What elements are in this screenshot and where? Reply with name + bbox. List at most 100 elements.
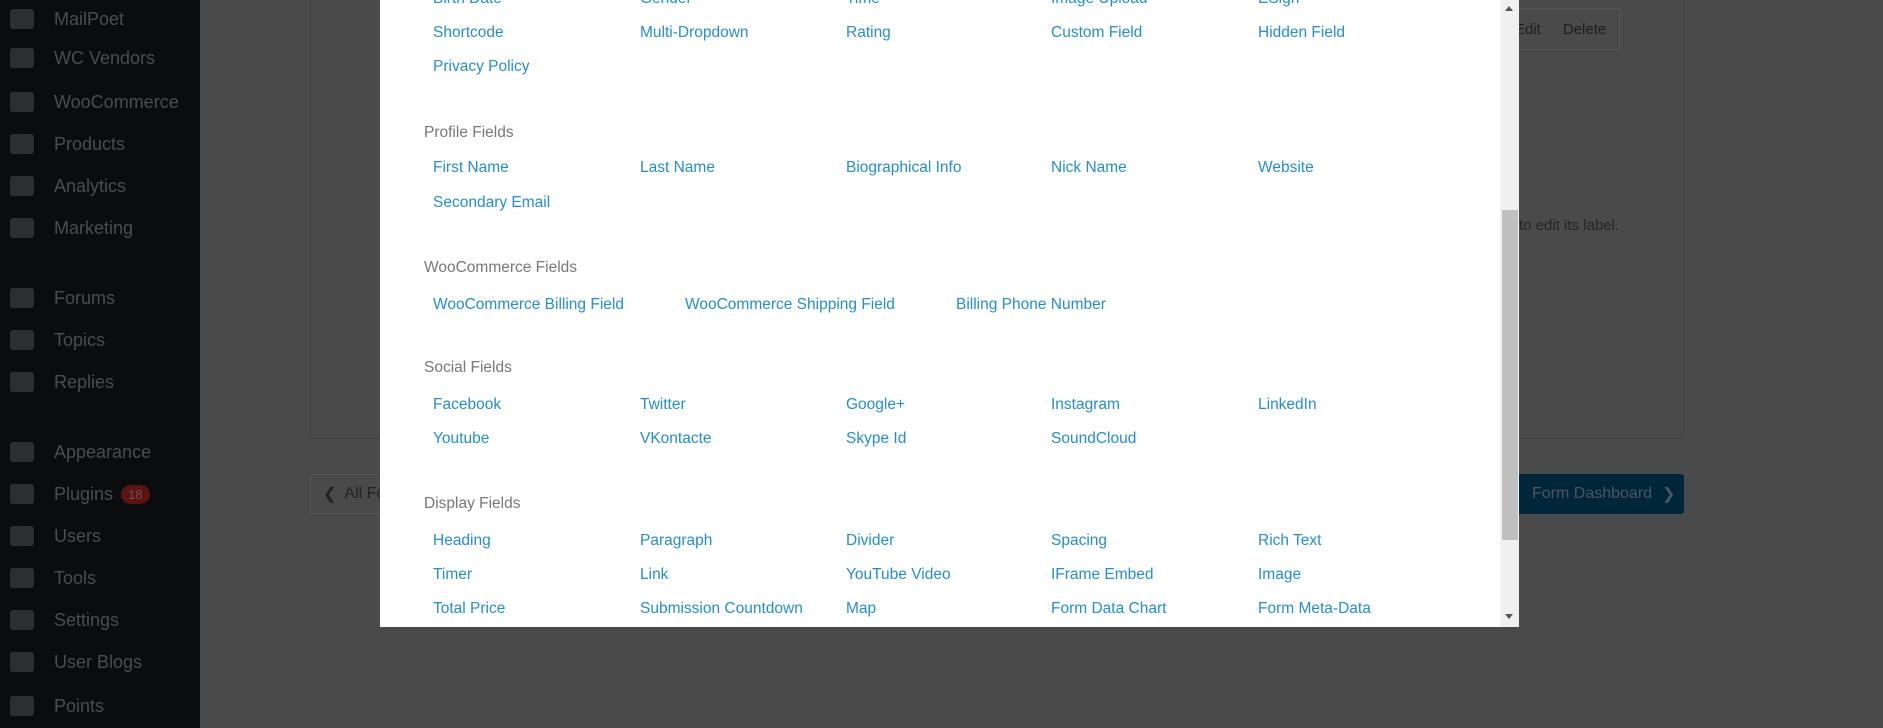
sidebar-item-label: Marketing [54,217,134,238]
field-option[interactable]: VKontacte [640,430,712,448]
sidebar-item-mailpoet[interactable]: MailPoet [10,4,124,34]
sidebar-item-analytics[interactable]: Analytics [10,171,126,201]
sidebar-item-plugins[interactable]: Plugins 18 [10,479,150,509]
sidebar-item-label: Analytics [54,175,127,196]
field-option[interactable]: Time [846,0,880,8]
scroll-up-icon[interactable] [1505,6,1513,11]
mailpoet-icon [10,9,34,29]
field-option[interactable]: Total Price [433,600,505,618]
wrench-icon [10,568,34,588]
field-option[interactable]: LinkedIn [1258,396,1317,414]
field-option[interactable]: Custom Field [1051,24,1142,42]
sidebar-item-label: MailPoet [54,8,125,29]
sidebar-item-label: Settings [54,609,120,630]
field-option[interactable]: Image Upload [1051,0,1148,8]
sidebar-item-user-blogs[interactable]: User Blogs [10,647,142,677]
forums-icon [10,288,34,308]
sidebar-item-label: Users [54,525,102,546]
field-option[interactable]: Instagram [1051,396,1120,414]
field-option[interactable]: Google+ [846,396,905,414]
field-option[interactable]: Link [640,566,668,584]
settings-icon [10,610,34,630]
field-option[interactable]: Rich Text [1258,532,1321,550]
field-option[interactable]: Secondary Email [433,194,550,212]
field-option[interactable]: First Name [433,159,509,177]
field-option[interactable]: WooCommerce Shipping Field [685,296,895,314]
field-option[interactable]: Rating [846,24,891,42]
sidebar-item-label: WooCommerce [54,91,179,112]
field-option[interactable]: Skype Id [846,430,906,448]
sidebar-item-marketing[interactable]: Marketing [10,213,133,243]
field-option[interactable]: Form Data Chart [1051,600,1166,618]
sidebar-item-points[interactable]: Points [10,691,104,721]
field-option[interactable]: Twitter [640,396,686,414]
field-option[interactable]: ESign [1258,0,1299,8]
field-option[interactable]: Birth Date [433,0,502,8]
modal-scrollbar[interactable] [1500,0,1519,627]
field-option[interactable]: YouTube Video [846,566,951,584]
field-option[interactable]: Hidden Field [1258,24,1345,42]
section-heading: Social Fields [424,359,512,376]
pin-icon [10,652,34,672]
cart-icon [10,48,34,68]
sidebar-item-woocommerce[interactable]: WooCommerce [10,87,179,117]
update-count-badge: 18 [121,484,150,504]
field-option[interactable]: WooCommerce Billing Field [433,296,624,314]
sidebar-item-users[interactable]: Users [10,521,101,551]
replies-icon [10,372,34,392]
field-option[interactable]: Privacy Policy [433,58,529,76]
megaphone-icon [10,218,34,238]
woo-icon [10,92,34,112]
sidebar-item-replies[interactable]: Replies [10,367,114,397]
field-option[interactable]: Billing Phone Number [956,296,1106,314]
plugin-icon [10,484,34,504]
form-dashboard-button[interactable]: Form Dashboard ❯ [1510,474,1684,514]
field-option[interactable]: Biographical Info [846,159,961,177]
sidebar-item-forums[interactable]: Forums [10,283,115,313]
sidebar-item-settings[interactable]: Settings [10,605,119,635]
field-option[interactable]: Heading [433,532,491,550]
section-heading: Profile Fields [424,124,514,141]
sidebar-item-label: Products [54,133,126,154]
add-field-modal: Birth Date Gender Time Image Upload ESign Sho… [380,0,1519,627]
sidebar-item-tools[interactable]: Tools [10,563,96,593]
field-option[interactable]: Multi-Dropdown [640,24,749,42]
hint-text: to edit its label. [1519,217,1620,234]
field-option[interactable]: Paragraph [640,532,712,550]
bar-chart-icon [10,176,34,196]
sidebar-item-appearance[interactable]: Appearance [10,437,151,467]
chevron-right-icon: ❯ [1662,486,1676,503]
field-option[interactable]: Last Name [640,159,715,177]
field-option[interactable]: Divider [846,532,894,550]
star-icon [10,696,34,716]
sidebar-item-topics[interactable]: Topics [10,325,105,355]
sidebar-item-wc-vendors[interactable]: WC Vendors [10,43,155,73]
field-option[interactable]: Submission Countdown [640,600,803,618]
sidebar-item-label: Tools [54,567,97,588]
sidebar-item-products[interactable]: Products [10,129,125,159]
user-icon [10,526,34,546]
field-option[interactable]: Shortcode [433,24,504,42]
field-option[interactable]: IFrame Embed [1051,566,1154,584]
sidebar-item-label: Replies [54,371,115,392]
scrollbar-thumb[interactable] [1502,210,1518,540]
delete-button[interactable]: Delete [1563,21,1606,38]
paintbrush-icon [10,442,34,462]
archive-icon [10,134,34,154]
field-option[interactable]: Form Meta-Data [1258,600,1371,618]
topics-icon [10,330,34,350]
field-option[interactable]: SoundCloud [1051,430,1136,448]
field-option[interactable]: Gender [640,0,692,8]
scroll-down-icon[interactable] [1505,614,1513,619]
sidebar-item-label: Plugins [54,483,114,504]
section-heading: Display Fields [424,495,521,512]
field-option[interactable]: Facebook [433,396,501,414]
field-option[interactable]: Website [1258,159,1314,177]
field-option[interactable]: Youtube [433,430,489,448]
field-option[interactable]: Spacing [1051,532,1107,550]
sidebar-item-label: Forums [54,287,116,308]
field-option[interactable]: Nick Name [1051,159,1127,177]
field-option[interactable]: Image [1258,566,1301,584]
field-option[interactable]: Map [846,600,876,618]
field-option[interactable]: Timer [433,566,472,584]
